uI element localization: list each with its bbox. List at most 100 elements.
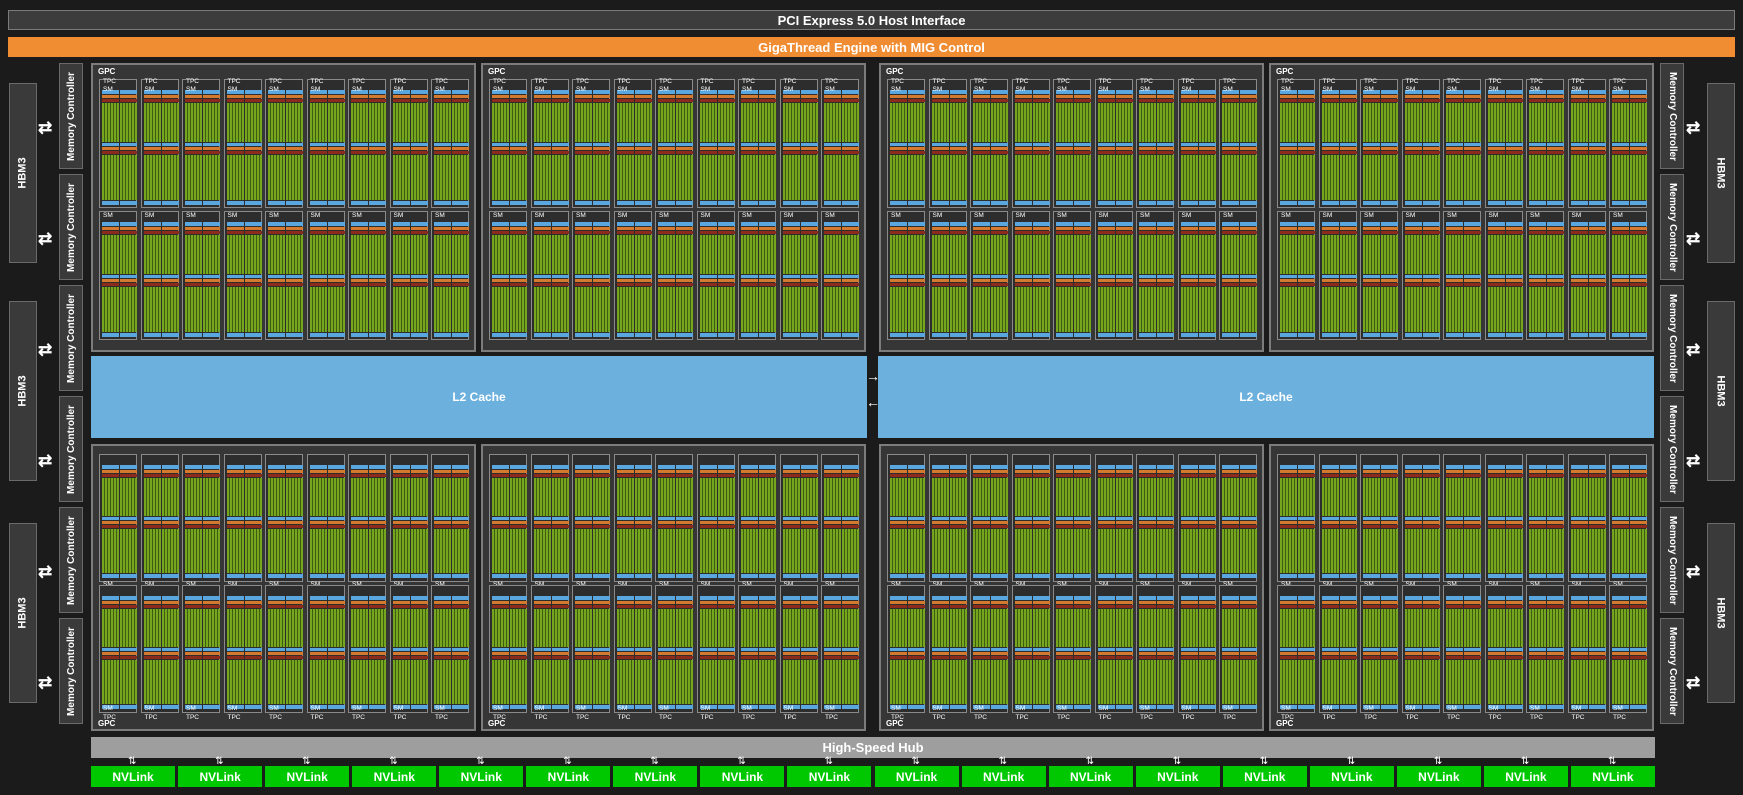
sm-stripe (575, 596, 592, 600)
sm-stripe (392, 227, 410, 230)
sm-stripe (1097, 474, 1115, 477)
sm-stripe (1074, 333, 1091, 337)
sm-stripe (203, 227, 220, 230)
cuda-core-array (782, 529, 800, 573)
sm-stripe (1298, 95, 1315, 98)
sm-stripe (1529, 222, 1546, 226)
sm-stripe (1612, 656, 1629, 659)
sm-stripe (1505, 470, 1523, 473)
sm-stripe (1298, 525, 1315, 528)
sm-stripe (634, 151, 652, 154)
cuda-core-array (973, 660, 990, 704)
sm-stripe (1115, 525, 1133, 528)
sm-stripe (1404, 470, 1422, 473)
sm-block (1446, 465, 1463, 578)
sm-stripe (286, 275, 303, 278)
sm-stripe (1464, 222, 1481, 226)
sm-stripe (800, 656, 818, 659)
sm-stripe (973, 605, 990, 608)
sm-stripe (1222, 227, 1239, 230)
sm-stripe (1139, 474, 1156, 477)
sm-block (782, 465, 800, 578)
sm-stripe (1570, 656, 1588, 659)
sm-stripe (908, 147, 925, 150)
sm-block (392, 90, 410, 205)
sm-stripe (102, 279, 119, 282)
cuda-core-array (1588, 155, 1606, 200)
sm-stripe (1422, 90, 1440, 94)
sm-stripe (908, 605, 925, 608)
sm-stripe (143, 652, 161, 655)
cuda-core-array (842, 235, 859, 274)
sm-stripe (593, 151, 610, 154)
tpc (1318, 211, 1357, 340)
sm-stripe (268, 201, 285, 205)
cuda-core-array (782, 609, 800, 647)
sm-stripe (102, 605, 119, 608)
sm-stripe (991, 151, 1008, 154)
memory-controller: Memory Controller (59, 618, 83, 724)
sm-stripe (741, 652, 758, 655)
tpc (821, 211, 859, 340)
sm-stripe (1381, 279, 1398, 282)
tpc-label: TPC (742, 714, 755, 721)
sm-stripe (1630, 99, 1647, 102)
sm-stripe (1115, 95, 1133, 98)
sm-stripe (991, 521, 1008, 524)
cuda-core-array (161, 478, 179, 516)
sm-stripe (120, 99, 137, 102)
sm-block (161, 465, 179, 578)
sm-stripe (143, 227, 161, 230)
cuda-core-array (492, 155, 509, 200)
cuda-core-array (369, 478, 386, 516)
tpc-label: TPC (1223, 78, 1236, 85)
cuda-core-array (931, 478, 949, 516)
cuda-core-array (392, 478, 410, 516)
sm-stripe (824, 151, 841, 154)
sm-stripe (890, 652, 907, 655)
sm-stripe (1157, 648, 1174, 651)
cuda-core-array (908, 609, 925, 647)
sm-block (931, 222, 949, 337)
sm-stripe (1464, 656, 1481, 659)
cuda-core-array (102, 529, 119, 573)
memory-controller: Memory Controller (1660, 618, 1684, 724)
sm-stripe (1321, 517, 1339, 520)
cuda-core-array (759, 103, 776, 142)
cuda-core-array (161, 609, 179, 647)
tpc-label: TPC (103, 714, 116, 721)
sm-stripe (1505, 333, 1523, 337)
sm-stripe (1240, 605, 1257, 608)
sm-stripe (1547, 231, 1564, 234)
sm-stripe (327, 95, 345, 98)
sm-stripe (1240, 283, 1257, 286)
sm-stripe (1422, 596, 1440, 600)
sm-stripe (1115, 143, 1133, 146)
tpc-label: TPC (1098, 78, 1112, 85)
sm-stripe (143, 525, 161, 528)
sm-stripe (1505, 279, 1523, 282)
sm-stripe (1056, 525, 1073, 528)
sm-stripe (369, 652, 386, 655)
sm-stripe (1612, 601, 1629, 604)
sm-stripe (658, 231, 675, 234)
cuda-core-array (1032, 478, 1050, 516)
sm-block (616, 90, 634, 205)
tpc (572, 211, 610, 340)
sm-block (1381, 596, 1398, 709)
sm-stripe (1487, 231, 1505, 234)
sm-stripe (327, 705, 345, 709)
sm-stripe (717, 147, 735, 150)
sm-stripe (1298, 143, 1315, 146)
sm-stripe (593, 222, 610, 226)
sm-stripe (286, 656, 303, 659)
sm-stripe (1139, 521, 1156, 524)
sm-stripe (392, 201, 410, 205)
cuda-core-array (286, 155, 303, 200)
sm-stripe (143, 151, 161, 154)
sm-stripe (161, 705, 179, 709)
sm-stripe (533, 605, 551, 608)
sm-stripe (759, 279, 776, 282)
bidirectional-arrow-icon: ⇄ (38, 118, 53, 137)
sm-stripe (593, 333, 610, 337)
